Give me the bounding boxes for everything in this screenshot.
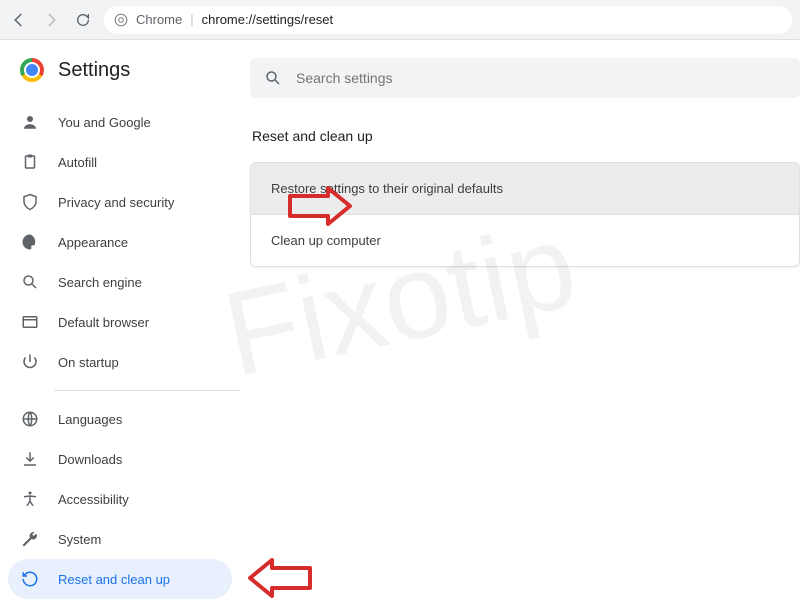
- download-icon: [20, 449, 40, 469]
- browser-icon: [20, 312, 40, 332]
- reload-icon: [75, 12, 91, 28]
- sidebar-item-label: System: [58, 532, 101, 547]
- sidebar-item-label: Appearance: [58, 235, 128, 250]
- section-title: Reset and clean up: [250, 128, 800, 144]
- arrow-left-icon: [10, 11, 28, 29]
- main-panel: Reset and clean up Restore settings to t…: [240, 40, 800, 600]
- sidebar-item-languages[interactable]: Languages: [0, 399, 240, 439]
- sidebar-item-label: Accessibility: [58, 492, 129, 507]
- card-row-label: Restore settings to their original defau…: [271, 181, 503, 196]
- sidebar-item-search-engine[interactable]: Search engine: [0, 262, 240, 302]
- sidebar-item-system[interactable]: System: [0, 519, 240, 559]
- sidebar-item-reset[interactable]: Reset and clean up: [8, 559, 232, 599]
- power-icon: [20, 352, 40, 372]
- address-bar[interactable]: Chrome | chrome://settings/reset: [104, 6, 792, 34]
- arrow-right-icon: [42, 11, 60, 29]
- page-title: Settings: [58, 59, 130, 82]
- reset-card: Restore settings to their original defau…: [250, 162, 800, 267]
- sidebar-item-label: Languages: [58, 412, 122, 427]
- clipboard-icon: [20, 152, 40, 172]
- sidebar-item-label: You and Google: [58, 115, 151, 130]
- reload-button[interactable]: [72, 9, 94, 31]
- chrome-logo-icon: [20, 58, 44, 82]
- sidebar-item-default-browser[interactable]: Default browser: [0, 302, 240, 342]
- person-icon: [20, 112, 40, 132]
- sidebar-item-label: On startup: [58, 355, 119, 370]
- sidebar-item-label: Autofill: [58, 155, 97, 170]
- chrome-icon: [114, 13, 128, 27]
- clean-up-computer-row[interactable]: Clean up computer: [251, 215, 799, 266]
- address-url: chrome://settings/reset: [202, 12, 334, 27]
- restore-icon: [20, 569, 40, 589]
- palette-icon: [20, 232, 40, 252]
- sidebar-item-label: Default browser: [58, 315, 149, 330]
- settings-header: Settings: [0, 58, 240, 102]
- sidebar-item-label: Downloads: [58, 452, 122, 467]
- wrench-icon: [20, 529, 40, 549]
- card-row-label: Clean up computer: [271, 233, 381, 248]
- forward-button[interactable]: [40, 9, 62, 31]
- sidebar-item-label: Privacy and security: [58, 195, 174, 210]
- address-label: Chrome: [136, 12, 182, 27]
- accessibility-icon: [20, 489, 40, 509]
- sidebar-item-downloads[interactable]: Downloads: [0, 439, 240, 479]
- shield-icon: [20, 192, 40, 212]
- back-button[interactable]: [8, 9, 30, 31]
- sidebar-item-autofill[interactable]: Autofill: [0, 142, 240, 182]
- browser-toolbar: Chrome | chrome://settings/reset: [0, 0, 800, 40]
- sidebar-item-label: Search engine: [58, 275, 142, 290]
- sidebar-item-accessibility[interactable]: Accessibility: [0, 479, 240, 519]
- sidebar-item-label: Reset and clean up: [58, 572, 170, 587]
- globe-icon: [20, 409, 40, 429]
- address-separator: |: [190, 12, 193, 27]
- sidebar: Settings You and Google Autofill Privacy…: [0, 40, 240, 600]
- sidebar-divider: [54, 390, 240, 391]
- restore-defaults-row[interactable]: Restore settings to their original defau…: [251, 163, 799, 215]
- search-container[interactable]: [250, 58, 800, 98]
- search-icon: [20, 272, 40, 292]
- sidebar-item-you-and-google[interactable]: You and Google: [0, 102, 240, 142]
- search-input[interactable]: [296, 70, 786, 86]
- sidebar-item-on-startup[interactable]: On startup: [0, 342, 240, 382]
- sidebar-item-privacy[interactable]: Privacy and security: [0, 182, 240, 222]
- sidebar-item-appearance[interactable]: Appearance: [0, 222, 240, 262]
- search-icon: [264, 69, 282, 87]
